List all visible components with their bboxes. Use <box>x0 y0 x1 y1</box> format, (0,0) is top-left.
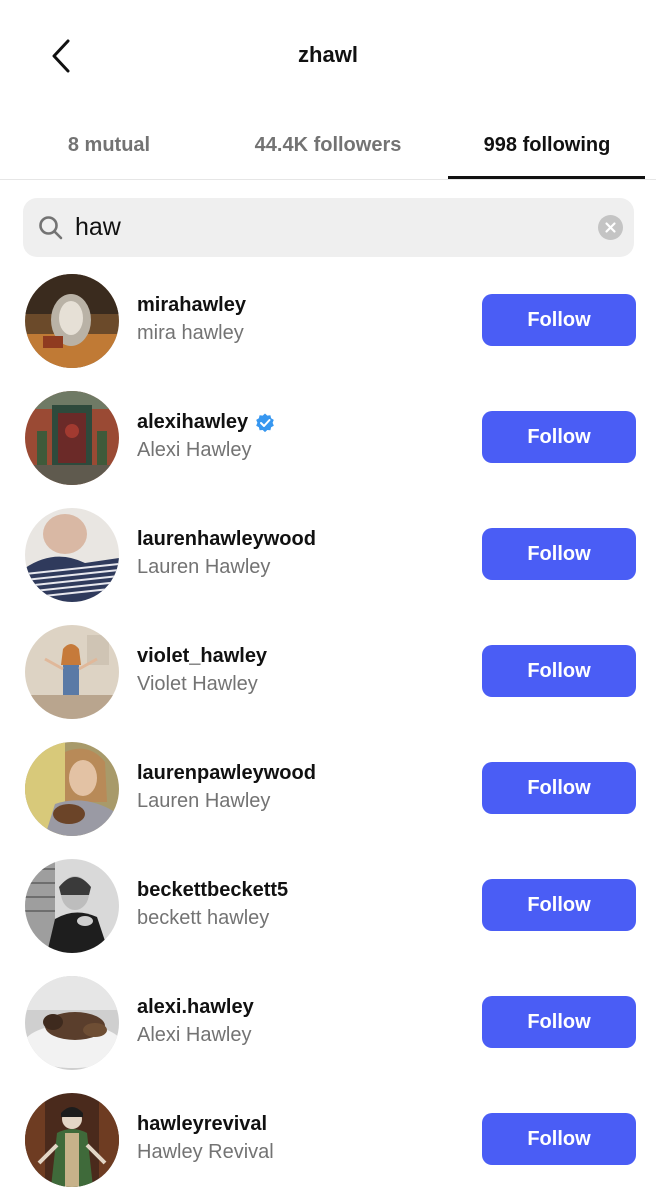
avatar[interactable] <box>25 976 119 1070</box>
username[interactable]: mirahawley <box>137 294 246 317</box>
list-item: laurenhawleywood Lauren Hawley Follow <box>0 496 656 613</box>
avatar[interactable] <box>25 742 119 836</box>
tab-followers[interactable]: 44.4K followers <box>218 110 438 180</box>
full-name: Lauren Hawley <box>137 790 271 812</box>
clear-search-button[interactable] <box>598 215 623 240</box>
full-name: Alexi Hawley <box>137 1024 252 1046</box>
username[interactable]: laurenpawleywood <box>137 762 316 785</box>
tab-following[interactable]: 998 following <box>438 110 656 180</box>
follow-button[interactable]: Follow <box>482 996 636 1048</box>
tab-mutual[interactable]: 8 mutual <box>0 110 218 180</box>
top-bar: zhawl <box>0 0 656 110</box>
avatar[interactable] <box>25 1093 119 1187</box>
full-name: beckett hawley <box>137 907 270 929</box>
follow-button[interactable]: Follow <box>482 879 636 931</box>
list-item: laurenpawleywood Lauren Hawley Follow <box>0 730 656 847</box>
full-name: mira hawley <box>137 322 244 344</box>
active-tab-indicator <box>448 176 645 179</box>
verified-badge-icon <box>254 412 276 434</box>
avatar[interactable] <box>25 508 119 602</box>
follow-button[interactable]: Follow <box>482 762 636 814</box>
username[interactable]: violet_hawley <box>137 645 267 668</box>
avatar[interactable] <box>25 274 119 368</box>
page-title: zhawl <box>298 42 358 67</box>
full-name: Hawley Revival <box>137 1141 274 1163</box>
username[interactable]: alexihawley <box>137 411 276 434</box>
list-item: alexi.hawley Alexi Hawley Follow <box>0 964 656 1081</box>
search-icon <box>39 216 63 240</box>
username[interactable]: beckettbeckett5 <box>137 879 288 902</box>
search-input[interactable] <box>75 206 555 249</box>
avatar[interactable] <box>25 625 119 719</box>
list-item: alexihawley Alexi Hawley Follow <box>0 379 656 496</box>
username[interactable]: alexi.hawley <box>137 996 254 1019</box>
full-name: Lauren Hawley <box>137 556 271 578</box>
clear-icon <box>605 222 616 233</box>
follow-button[interactable]: Follow <box>482 411 636 463</box>
avatar[interactable] <box>25 859 119 953</box>
list-item: hawleyrevival Hawley Revival Follow <box>0 1081 656 1198</box>
full-name: Alexi Hawley <box>137 439 252 461</box>
tab-bar: 8 mutual 44.4K followers 998 following <box>0 110 656 180</box>
list-item: beckettbeckett5 beckett hawley Follow <box>0 847 656 964</box>
list-item: mirahawley mira hawley Follow <box>0 262 656 379</box>
follow-button[interactable]: Follow <box>482 1113 636 1165</box>
search-bar <box>23 198 634 257</box>
follow-button[interactable]: Follow <box>482 294 636 346</box>
username[interactable]: hawleyrevival <box>137 1113 267 1136</box>
avatar[interactable] <box>25 391 119 485</box>
full-name: Violet Hawley <box>137 673 258 695</box>
follow-button[interactable]: Follow <box>482 528 636 580</box>
list-item: violet_hawley Violet Hawley Follow <box>0 613 656 730</box>
username[interactable]: laurenhawleywood <box>137 528 316 551</box>
follow-button[interactable]: Follow <box>482 645 636 697</box>
